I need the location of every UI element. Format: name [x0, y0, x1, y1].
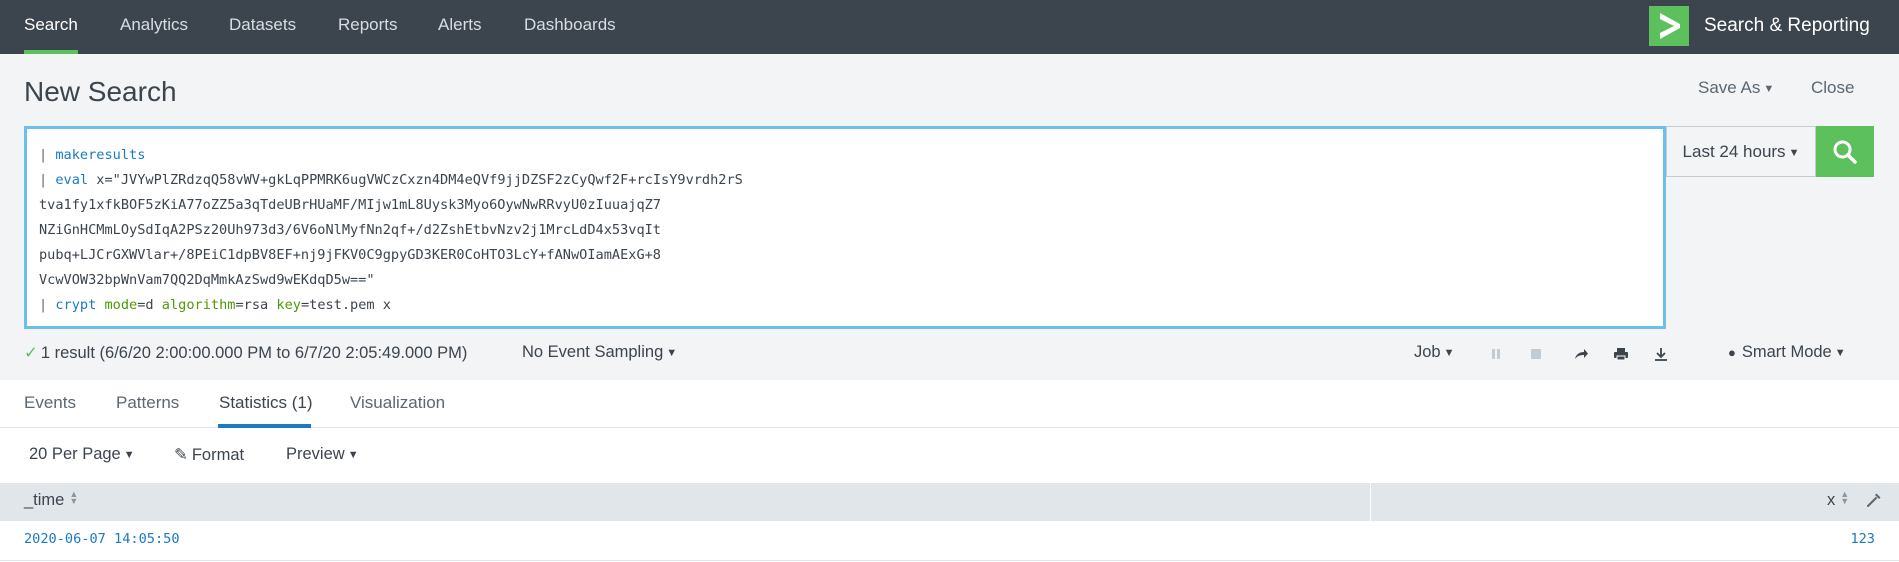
column-header-label: x [1827, 491, 1836, 509]
chevron-right-logo-icon[interactable] [1649, 6, 1689, 46]
edit-column-icon[interactable] [1866, 492, 1882, 508]
caret-down-icon: ▼ [1788, 147, 1800, 159]
caret-down-icon: ▼ [1834, 347, 1846, 359]
column-header-x[interactable]: x ▲ ▼ [1827, 489, 1850, 510]
spl-text: | [39, 172, 56, 188]
spl-argument: key [276, 297, 301, 313]
table-header [0, 483, 1899, 521]
pause-icon[interactable] [1487, 345, 1505, 363]
time-range-picker[interactable]: Last 24 hours ▼ [1666, 126, 1816, 177]
caret-down-icon: ▼ [123, 449, 135, 461]
column-header-time[interactable]: _time ▲ ▼ [24, 489, 79, 510]
job-label: Job [1414, 343, 1441, 361]
save-as-label: Save As [1698, 78, 1761, 97]
cell-time[interactable]: 2020-06-07 14:05:50 [24, 531, 180, 547]
cell-x[interactable]: 123 [1850, 531, 1875, 547]
tab-statistics[interactable]: Statistics (1) [219, 393, 313, 413]
close-button[interactable]: Close [1811, 78, 1854, 98]
spl-command: crypt [55, 297, 97, 313]
column-divider [1370, 483, 1371, 521]
result-status: ✓ 1 result (6/6/20 2:00:00.000 PM to 6/7/… [24, 343, 467, 363]
nav-item-reports[interactable]: Reports [338, 0, 398, 54]
time-range-label: Last 24 hours [1682, 142, 1786, 161]
result-count-text: 1 result (6/6/20 2:00:00.000 PM to 6/7/2… [40, 344, 468, 362]
job-menu[interactable]: Job ▼ [1414, 343, 1455, 362]
search-button[interactable] [1816, 126, 1874, 177]
event-sampling-dropdown[interactable]: No Event Sampling ▼ [522, 343, 677, 362]
query-line: VcwVOW32bpWnVam7QQ2DqMmkAzSwd9wEKdqD5w==… [39, 268, 743, 293]
query-line: | makeresults [39, 143, 743, 168]
format-label: Format [191, 446, 245, 464]
spl-text: pubq+LJCrGXWVlar+/8PEiC1dpBV8EF+nj9jFKV0… [39, 247, 661, 263]
spl-text: x="JVYwPlZRdzqQ58vWV+gkLqPPMRK6ugVWCzCxz… [88, 172, 743, 188]
spl-text: VcwVOW32bpWnVam7QQ2DqMmkAzSwd9wEKdqD5w==… [39, 272, 375, 288]
spl-text: =test.pem x [300, 297, 391, 313]
save-as-menu[interactable]: Save As ▼ [1698, 78, 1774, 98]
stop-icon[interactable] [1527, 345, 1545, 363]
nav-item-datasets[interactable]: Datasets [229, 0, 296, 54]
spl-argument: mode [104, 297, 138, 313]
sort-icon: ▲ ▼ [1840, 489, 1850, 506]
active-tab-indicator [218, 424, 311, 428]
table-row [0, 521, 1899, 561]
sort-icon: ▲ ▼ [69, 489, 79, 506]
magnifier-icon [1833, 140, 1857, 164]
preview-label: Preview [286, 445, 345, 463]
query-line: NZiGnHCMmLOySdIqA2PSz20Uh973d3/6V6oNlMyf… [39, 218, 743, 243]
search-mode-dropdown[interactable]: ● Smart Mode ▼ [1728, 343, 1846, 362]
column-header-label: _time [24, 491, 65, 509]
per-page-dropdown[interactable]: 20 Per Page ▼ [29, 445, 135, 464]
preview-dropdown[interactable]: Preview ▼ [286, 445, 359, 464]
tab-patterns[interactable]: Patterns [116, 393, 179, 413]
spl-text: =rsa [235, 297, 277, 313]
lightbulb-icon: ● [1728, 345, 1736, 360]
format-button[interactable]: ✎ Format [174, 445, 244, 465]
spl-text: NZiGnHCMmLOySdIqA2PSz20Uh973d3/6V6oNlMyf… [39, 222, 661, 238]
checkmark-icon: ✓ [24, 344, 38, 362]
spl-command: makeresults [55, 147, 146, 163]
tab-events[interactable]: Events [24, 393, 76, 413]
app-title[interactable]: Search & Reporting [1704, 0, 1870, 54]
spl-text: =d [137, 297, 162, 313]
per-page-label: 20 Per Page [29, 445, 121, 463]
caret-down-icon: ▼ [347, 449, 359, 461]
spl-argument: algorithm [161, 297, 236, 313]
page-title: New Search [24, 76, 177, 107]
search-input[interactable]: | makeresults | eval x="JVYwPlZRdzqQ58vWV… [24, 126, 1666, 329]
spl-command: eval [55, 172, 89, 188]
tab-visualization[interactable]: Visualization [350, 393, 445, 413]
query-line: | crypt mode=d algorithm=rsa key=test.pe… [39, 293, 743, 318]
pencil-icon: ✎ [174, 446, 188, 464]
search-query-text[interactable]: | makeresults | eval x="JVYwPlZRdzqQ58vWV… [39, 143, 743, 318]
sampling-label: No Event Sampling [522, 343, 664, 361]
caret-down-icon: ▼ [1763, 83, 1775, 95]
nav-item-search[interactable]: Search [24, 0, 78, 54]
caret-down-icon: ▼ [666, 347, 678, 359]
export-icon[interactable] [1652, 345, 1670, 363]
nav-item-alerts[interactable]: Alerts [438, 0, 481, 54]
search-mode-label: Smart Mode [1741, 343, 1832, 361]
nav-item-analytics[interactable]: Analytics [120, 0, 188, 54]
top-nav: Search Analytics Datasets Reports Alerts… [0, 0, 1899, 54]
spl-text: | [39, 147, 56, 163]
nav-item-dashboards[interactable]: Dashboards [524, 0, 616, 54]
caret-down-icon: ▼ [1443, 347, 1455, 359]
spl-text: | [39, 297, 56, 313]
spl-text: tva1fy1xfkBOF5zKiA77oZZ5a3qTdeUBrHUaMF/M… [39, 197, 661, 213]
print-icon[interactable] [1612, 345, 1630, 363]
share-icon[interactable] [1572, 345, 1590, 363]
query-line: | eval x="JVYwPlZRdzqQ58vWV+gkLqPPMRK6ug… [39, 168, 743, 193]
query-line: tva1fy1xfkBOF5zKiA77oZZ5a3qTdeUBrHUaMF/M… [39, 193, 743, 218]
query-line: pubq+LJCrGXWVlar+/8PEiC1dpBV8EF+nj9jFKV0… [39, 243, 743, 268]
